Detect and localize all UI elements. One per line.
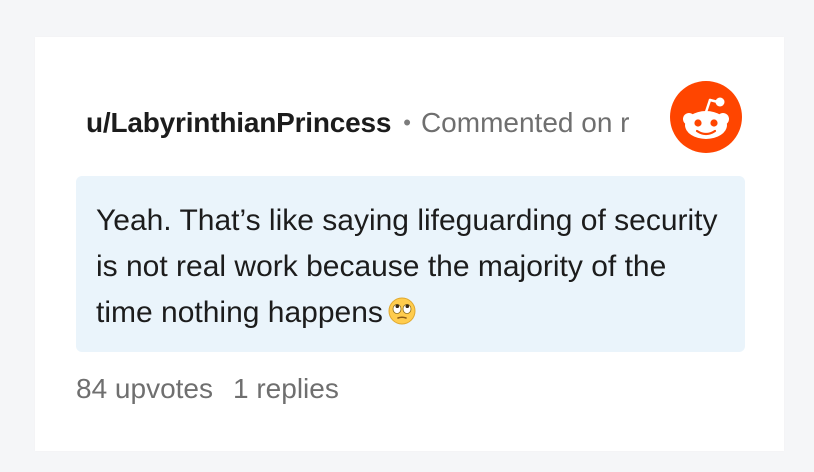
comment-username[interactable]: u/LabyrinthianPrincess (86, 107, 391, 139)
comment-body-box: Yeah. That’s like saying lifeguarding of… (76, 176, 745, 352)
reddit-snoo-icon (670, 81, 742, 153)
comment-footer: 84 upvotes 1 replies (76, 373, 339, 405)
comment-body: Yeah. That’s like saying lifeguarding of… (96, 198, 726, 340)
comment-header: u/LabyrinthianPrincess • Commented on r (86, 103, 750, 143)
rolling-eyes-emoji-graphic (388, 297, 416, 325)
reply-count[interactable]: 1 replies (233, 373, 339, 404)
upvote-count[interactable]: 84 upvotes (76, 373, 213, 404)
comment-card: u/LabyrinthianPrincess • Commented on r … (35, 37, 784, 451)
comment-meta: Commented on r (420, 107, 630, 138)
meta-separator: • (403, 110, 411, 135)
reddit-snoo-graphic (683, 97, 729, 139)
face-with-rolling-eyes-icon (387, 294, 417, 340)
